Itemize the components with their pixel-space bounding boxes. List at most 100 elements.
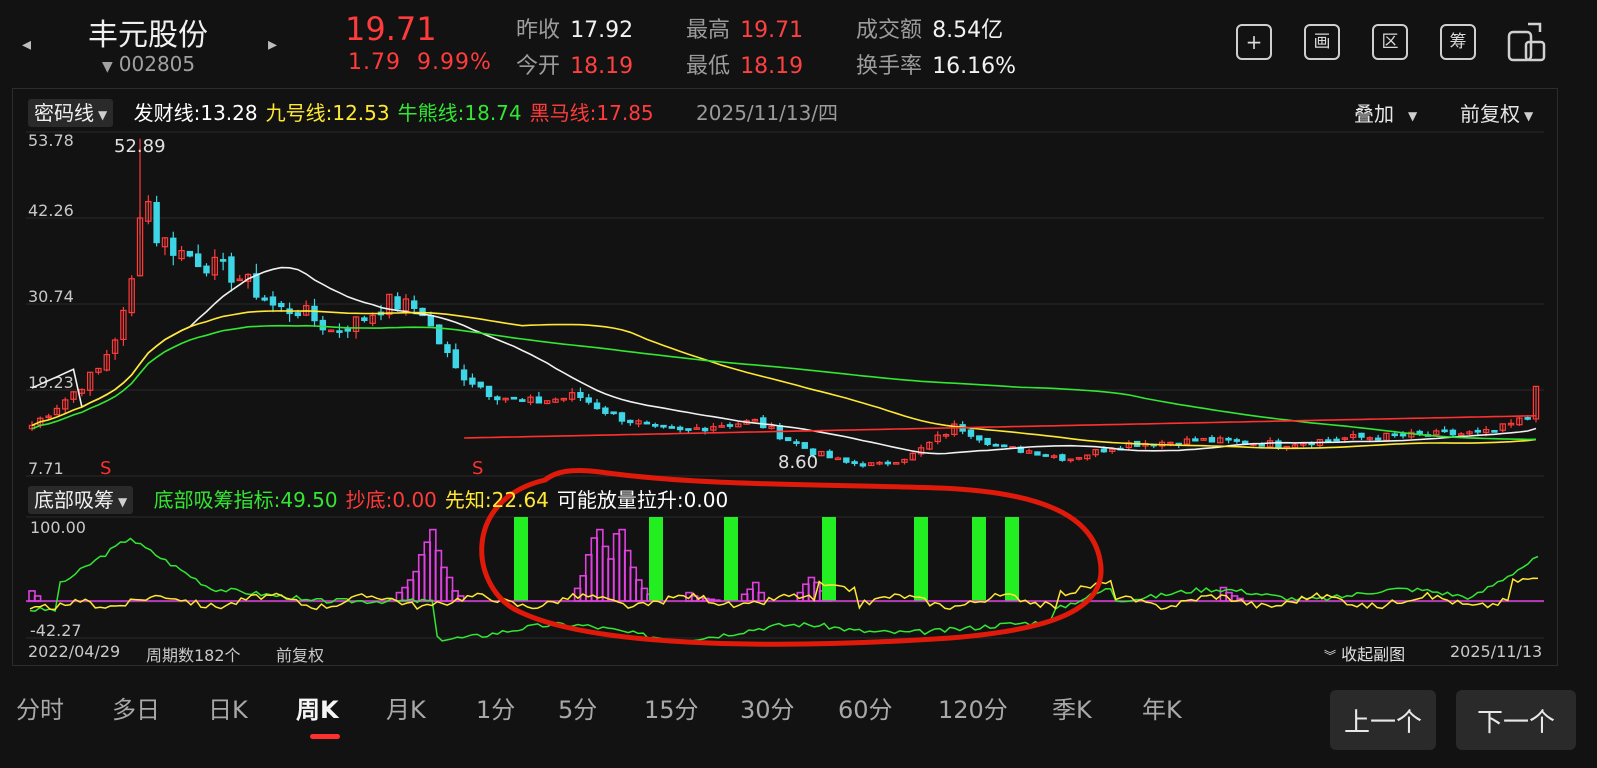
high-price-annotation: 52.89 xyxy=(114,136,166,157)
start-date: 2022/04/29 xyxy=(28,642,121,661)
tab-2[interactable]: 日K xyxy=(208,690,248,725)
sub-legend-item: 抄底:0.00 xyxy=(346,488,437,512)
candle-body xyxy=(726,424,734,427)
tab-9[interactable]: 60分 xyxy=(838,690,893,725)
tab-1[interactable]: 多日 xyxy=(112,690,160,725)
sub-green-line xyxy=(29,537,1539,642)
tab-6[interactable]: 5分 xyxy=(558,690,597,725)
tab-3[interactable]: 周K xyxy=(296,690,339,725)
candle-body xyxy=(851,461,858,465)
tab-5[interactable]: 1分 xyxy=(476,690,515,725)
sub-legend-label: 底部吸筹指标: xyxy=(153,488,281,512)
next-button[interactable]: 下一个 xyxy=(1456,690,1576,750)
candle-body xyxy=(884,461,892,465)
candle-body xyxy=(494,396,501,401)
candle-body xyxy=(336,330,343,333)
candle-body xyxy=(469,377,476,385)
chevron-down-icon: ▼ xyxy=(118,494,128,509)
candle-body xyxy=(153,201,160,244)
candle-body xyxy=(311,305,318,322)
sub-signal-bar xyxy=(972,517,986,601)
tab-0[interactable]: 分时 xyxy=(16,690,64,725)
candle-body xyxy=(610,411,617,415)
candle-body xyxy=(784,437,792,442)
candle-body xyxy=(203,265,210,274)
sell-signal-mark: S xyxy=(472,458,483,479)
sub-legend-item: 可能放量拉升:0.00 xyxy=(557,488,728,512)
sub-legend-label: 抄底: xyxy=(345,488,393,512)
candle-body xyxy=(834,457,842,461)
sub-legend-item: 底部吸筹指标:49.50 xyxy=(154,488,338,512)
low-price-annotation: 8.60 xyxy=(778,452,818,473)
candle-body xyxy=(1449,429,1457,436)
prev-button[interactable]: 上一个 xyxy=(1330,690,1436,750)
candle-body xyxy=(1391,433,1398,437)
candle-body xyxy=(1192,438,1199,442)
end-date: 2025/11/13 xyxy=(1450,642,1543,661)
sub-indicator-dropdown[interactable]: 底部吸筹 ▼ xyxy=(28,486,134,514)
candle-body xyxy=(361,317,368,322)
chevron-double-down-icon: ︾ xyxy=(1324,649,1337,663)
tab-7[interactable]: 15分 xyxy=(644,690,699,725)
candle-body xyxy=(1258,443,1265,447)
candle-body xyxy=(219,259,227,262)
candle-body xyxy=(269,296,277,306)
candle-body xyxy=(228,256,235,283)
tab-4[interactable]: 月K xyxy=(386,690,426,725)
tab-8[interactable]: 30分 xyxy=(740,690,795,725)
tab-12[interactable]: 年K xyxy=(1142,690,1182,725)
candle-body xyxy=(585,397,592,403)
collapse-subchart-button[interactable]: ︾ 收起副图 xyxy=(1324,641,1405,665)
candle-body xyxy=(1325,439,1332,442)
candle-body xyxy=(660,424,667,428)
main-y-label: 19.23 xyxy=(28,373,74,392)
main-y-label: 53.78 xyxy=(28,131,74,150)
tab-10[interactable]: 120分 xyxy=(938,690,1008,725)
candle-body xyxy=(485,385,493,398)
candle-body xyxy=(394,296,401,310)
tab-11[interactable]: 季K xyxy=(1052,690,1092,725)
candle-body xyxy=(1333,438,1340,442)
candle-body xyxy=(618,412,626,422)
candle-body xyxy=(444,344,451,354)
footer-adjust: 前复权 xyxy=(276,646,325,665)
sub-legend-row: 底部吸筹 ▼ 底部吸筹指标:49.50 抄底:0.00 先知:22.64 可能放量拉升:… xyxy=(28,484,729,514)
sub-legend-label: 先知: xyxy=(444,488,492,512)
candle-body xyxy=(992,443,1000,447)
sub-signal-bar xyxy=(724,517,738,601)
candle-body xyxy=(1441,429,1448,433)
sub-indicator-label: 底部吸筹 xyxy=(34,488,114,512)
sub-legend: 底部吸筹指标:49.50 抄底:0.00 先知:22.64 可能放量拉升:0.00 xyxy=(140,488,729,512)
candle-body xyxy=(1358,432,1365,438)
collapse-label: 收起副图 xyxy=(1341,645,1406,664)
candle-body xyxy=(170,237,177,256)
candle-body xyxy=(411,300,418,309)
candle-body xyxy=(1233,439,1241,442)
candle-body xyxy=(1034,451,1041,456)
candle-body xyxy=(793,441,800,444)
candle-body xyxy=(510,396,518,400)
candle-body xyxy=(859,463,867,467)
candle-body xyxy=(1474,429,1482,433)
candle-body xyxy=(668,426,676,429)
candle-body xyxy=(676,426,684,431)
candle-body xyxy=(1491,430,1498,433)
sub-legend-item: 先知:22.64 xyxy=(445,488,549,512)
sell-signal-mark: S xyxy=(100,458,111,479)
candle-body xyxy=(261,297,268,301)
candle-body xyxy=(1225,437,1232,441)
candle-body xyxy=(427,314,435,327)
candle-body xyxy=(1042,454,1049,457)
sub-signal-bar xyxy=(514,517,528,601)
candle-body xyxy=(892,462,900,465)
sub-legend-value: 22.64 xyxy=(491,488,549,512)
candle-body xyxy=(652,423,659,427)
candle-body xyxy=(535,396,543,404)
sub-legend-value: 49.50 xyxy=(280,488,338,512)
main-y-label: 30.74 xyxy=(28,287,74,306)
main-y-label: 7.71 xyxy=(28,459,64,478)
sub-legend-label: 可能放量拉升: xyxy=(556,488,684,512)
candle-body xyxy=(826,450,833,459)
candle-body xyxy=(627,419,634,424)
candle-body xyxy=(577,392,584,398)
